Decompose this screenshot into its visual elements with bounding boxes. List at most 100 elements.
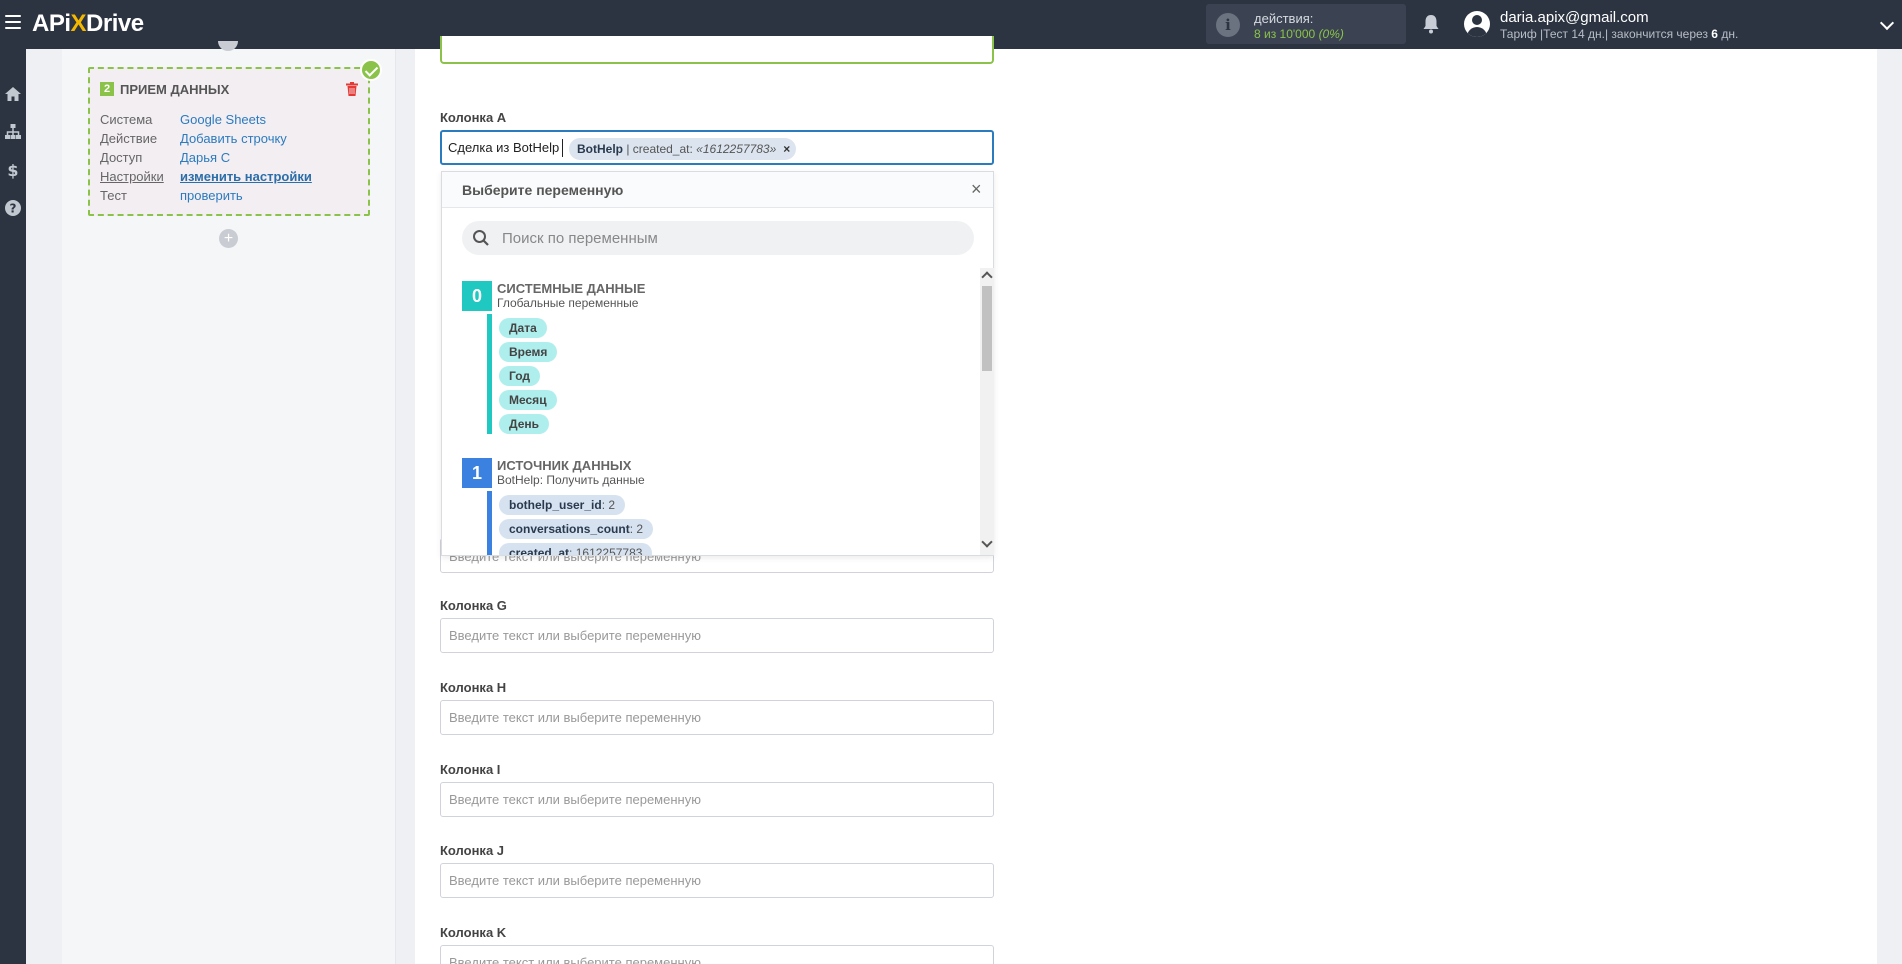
actions-percent: (0%) (1318, 27, 1344, 41)
card-key: Система (100, 112, 153, 127)
left-rail: $ ? (0, 49, 26, 964)
card-value[interactable]: Google Sheets (180, 112, 266, 127)
tariff-days: 6 (1711, 27, 1718, 41)
home-icon[interactable] (4, 85, 22, 103)
variable-chip[interactable]: BotHelp | created_at: «1612257783» × (569, 138, 797, 160)
variable-item[interactable]: Месяц (499, 390, 557, 410)
actions-count-value: 8 из 10'000 (1254, 27, 1316, 41)
group-subtitle: BotHelp: Получить данные (497, 473, 645, 487)
card-key: Действие (100, 131, 158, 146)
card-row-action: Действие Добавить строчку (100, 131, 287, 146)
menu-icon[interactable] (5, 15, 21, 29)
variable-value: : 2 (601, 498, 616, 512)
logo-text-x: X (70, 10, 87, 37)
field-a-text: Сделка из BotHelp (448, 140, 560, 155)
svg-text:?: ? (10, 202, 17, 216)
variable-dropdown: Выберите переменную × 0 СИСТЕМНЫЕ ДАННЫЕ… (441, 171, 994, 556)
user-avatar-icon[interactable] (1464, 11, 1490, 37)
bell-icon[interactable] (1422, 14, 1440, 34)
search-input[interactable] (502, 228, 942, 248)
dropdown-header: Выберите переменную × (442, 172, 993, 208)
group-subtitle: Глобальные переменные (497, 296, 639, 310)
variable-item[interactable]: Год (499, 366, 540, 386)
svg-text:$: $ (7, 161, 18, 179)
chip-remove-icon[interactable]: × (783, 138, 790, 160)
variable-name: bothelp_user_id (509, 498, 602, 512)
field-input-h[interactable]: Введите текст или выберите переменную (440, 700, 994, 735)
variable-item[interactable]: conversations_count: 2 (499, 519, 654, 539)
variable-name: created_at (509, 546, 570, 555)
field-placeholder: Введите текст или выберите переменную (449, 873, 701, 888)
tariff-suffix: дн. (1721, 27, 1739, 41)
field-label-k: Колонка K (440, 925, 507, 940)
field-input-a[interactable]: Сделка из BotHelp BotHelp | created_at: … (440, 130, 994, 165)
scroll-down-icon[interactable] (981, 536, 993, 548)
chip-value: «1612257783» (696, 142, 777, 156)
variable-name: conversations_count (509, 522, 630, 536)
dropdown-scrollbar[interactable] (980, 268, 994, 555)
group-number: 0 (462, 281, 492, 311)
change-settings-link[interactable]: изменить настройки (180, 169, 312, 184)
user-email[interactable]: daria.apix@gmail.com (1500, 9, 1649, 26)
group-title: СИСТЕМНЫЕ ДАННЫЕ (497, 281, 646, 296)
field-label-j: Колонка J (440, 843, 505, 858)
variable-item[interactable]: День (499, 414, 549, 434)
search-icon (473, 230, 489, 246)
field-placeholder: Введите текст или выберите переменную (449, 792, 701, 807)
tariff-prefix: Тариф |Тест 14 дн.| закончится через (1500, 27, 1708, 41)
variable-value: : 2 (629, 522, 644, 536)
add-step-button[interactable]: + (219, 229, 238, 248)
dollar-icon[interactable]: $ (4, 161, 22, 179)
scroll-thumb[interactable] (982, 286, 992, 371)
variable-value: : 1612257783 (569, 546, 643, 555)
test-link[interactable]: проверить (180, 188, 243, 203)
chip-source: BotHelp (577, 142, 623, 156)
variable-item[interactable]: created_at: 1612257783 (499, 543, 653, 555)
variable-item[interactable]: bothelp_user_id: 2 (499, 495, 626, 515)
actions-count: 8 из 10'000 (0%) (1254, 27, 1344, 41)
field-input-i[interactable]: Введите текст или выберите переменную (440, 782, 994, 817)
chevron-down-icon[interactable] (1879, 15, 1895, 31)
trash-icon[interactable] (346, 82, 358, 96)
field-placeholder: Введите текст или выберите переменную (449, 710, 701, 725)
card-row-access: Доступ Дарья С (100, 150, 230, 165)
help-icon[interactable]: ? (4, 199, 22, 217)
card-value[interactable]: Добавить строчку (180, 131, 287, 146)
card-key: Тест (100, 188, 127, 203)
group-bar (487, 491, 492, 555)
step-title: ПРИЕМ ДАННЫХ (120, 82, 230, 97)
group-number: 1 (462, 458, 492, 488)
card-value[interactable]: Дарья С (180, 150, 230, 165)
check-icon (360, 59, 382, 81)
logo-text-left: APi (32, 10, 71, 37)
field-input-g[interactable]: Введите текст или выберите переменную (440, 618, 994, 653)
dropdown-title: Выберите переменную (462, 182, 624, 198)
card-key: Доступ (100, 150, 143, 165)
close-icon[interactable]: × (971, 179, 982, 200)
variable-item[interactable]: Дата (499, 318, 547, 338)
logo-text-right: Drive (86, 10, 144, 37)
actions-counter[interactable]: i действия: 8 из 10'000 (0%) (1206, 4, 1406, 44)
field-input-j[interactable]: Введите текст или выберите переменную (440, 863, 994, 898)
field-input-k[interactable]: Введите текст или выберите переменную (440, 945, 994, 964)
logo[interactable]: APiXDrive (32, 10, 144, 38)
group-bar (487, 314, 492, 434)
field-label-g: Колонка G (440, 598, 507, 613)
card-row-settings: Настройки изменить настройки (100, 169, 312, 184)
sitemap-icon[interactable] (4, 123, 22, 141)
group-title: ИСТОЧНИК ДАННЫХ (497, 458, 632, 473)
scroll-up-icon[interactable] (981, 271, 993, 283)
info-icon: i (1216, 13, 1240, 37)
variable-search (462, 221, 974, 255)
field-label-h: Колонка H (440, 680, 507, 695)
variable-item[interactable]: Время (499, 342, 558, 362)
step-number: 2 (100, 82, 114, 96)
variable-list: 0 СИСТЕМНЫЕ ДАННЫЕ Глобальные переменные… (442, 268, 980, 555)
actions-label: действия: (1254, 11, 1314, 26)
previous-field-selected[interactable] (440, 36, 994, 64)
card-row-system: Система Google Sheets (100, 112, 266, 127)
field-label-i: Колонка I (440, 762, 501, 777)
field-label-a: Колонка A (440, 110, 507, 125)
step-card-receive-data[interactable]: 2 ПРИЕМ ДАННЫХ Система Google Sheets Дейс… (88, 59, 382, 216)
field-placeholder: Введите текст или выберите переменную (449, 955, 701, 964)
